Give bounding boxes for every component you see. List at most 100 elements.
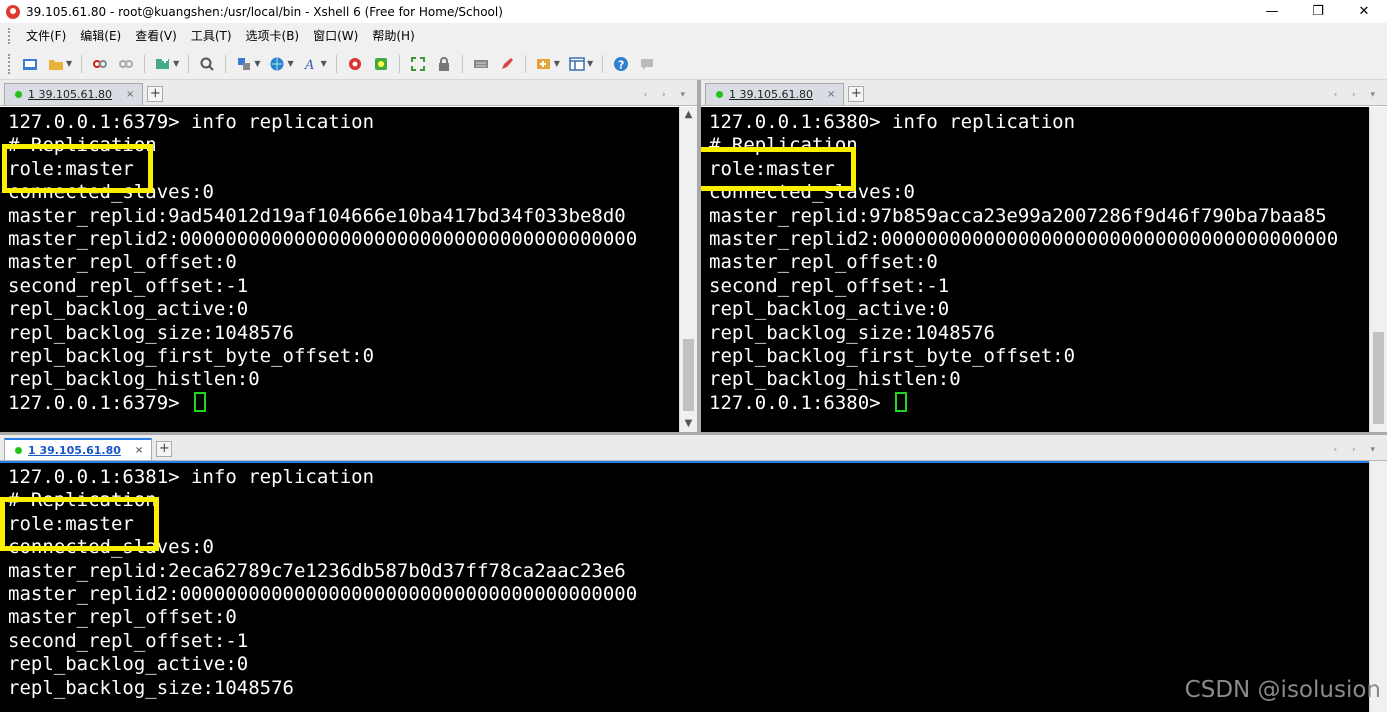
- tab-close-icon[interactable]: ×: [135, 445, 143, 456]
- new-tab-icon[interactable]: [154, 55, 172, 73]
- terminal-pane-6381[interactable]: 127.0.0.1:6381> info replication # Repli…: [0, 461, 1369, 712]
- open-folder-dropdown-icon[interactable]: ▼: [66, 59, 72, 68]
- terminal-line: master_replid2:0000000000000000000000000…: [709, 227, 1339, 250]
- connect-icon[interactable]: [91, 55, 109, 73]
- terminal-line: repl_backlog_first_byte_offset:0: [709, 344, 1076, 367]
- connected-status-icon: [15, 446, 22, 454]
- window-title: 39.105.61.80 - root@kuangshen:/usr/local…: [26, 4, 503, 19]
- terminal-line: connected_slaves:0: [8, 536, 214, 559]
- globe-dropdown-icon[interactable]: ▼: [287, 59, 293, 68]
- menu-window[interactable]: 窗口(W): [306, 27, 365, 44]
- session-tab-active[interactable]: 1 39.105.61.80 ×: [4, 438, 153, 460]
- compose-icon[interactable]: [535, 55, 553, 73]
- layout-icon[interactable]: [568, 55, 586, 73]
- tab-close-icon[interactable]: ×: [126, 89, 134, 100]
- role-highlight-box: [0, 497, 159, 551]
- xshell-logo-icon: [6, 4, 20, 19]
- menu-bar: 文件(F) 编辑(E) 查看(V) 工具(T) 选项卡(B) 窗口(W) 帮助(…: [0, 23, 1387, 48]
- menu-view[interactable]: 查看(V): [128, 27, 184, 44]
- terminal-line: 127.0.0.1:6379> info replication: [8, 111, 375, 133]
- tab-number: 1: [28, 88, 35, 101]
- toolbar-separator: [81, 54, 83, 73]
- menu-tools[interactable]: 工具(T): [184, 27, 239, 44]
- toolbar-separator: [602, 54, 604, 73]
- add-tab-button[interactable]: +: [147, 86, 164, 102]
- disconnect-icon[interactable]: [117, 55, 135, 73]
- maximize-button[interactable]: ❐: [1295, 0, 1341, 23]
- globe-icon[interactable]: [268, 55, 286, 73]
- menu-file[interactable]: 文件(F): [19, 27, 73, 44]
- toolbar-separator: [144, 54, 146, 73]
- scroll-up-icon[interactable]: ▲: [680, 107, 697, 123]
- terminal-prompt-line: 127.0.0.1:6379>: [0, 391, 679, 415]
- menu-edit[interactable]: 编辑(E): [73, 27, 128, 44]
- tab-host: 39.105.61.80: [39, 443, 121, 457]
- tab-strip-bottom: 1 39.105.61.80 × + ‹ › ▾: [0, 435, 1387, 461]
- search-icon[interactable]: [198, 55, 216, 73]
- font-icon[interactable]: A: [302, 55, 320, 73]
- tab-navigation[interactable]: ‹ › ▾: [644, 90, 691, 100]
- terminal-line: # Replication: [8, 489, 157, 512]
- terminal-line: master_repl_offset:0: [8, 606, 237, 629]
- toolbar-separator: [524, 54, 526, 73]
- menu-help[interactable]: 帮助(H): [365, 27, 421, 44]
- xshell-icon[interactable]: [346, 55, 364, 73]
- toolbar-grip: [8, 53, 11, 74]
- terminal-line: second_repl_offset:-1: [709, 274, 950, 297]
- tab-host: 39.105.61.80: [739, 88, 813, 101]
- terminal-line: repl_backlog_first_byte_offset:0: [8, 344, 375, 367]
- fullscreen-icon[interactable]: [409, 55, 427, 73]
- terminal-cursor: [895, 391, 908, 412]
- open-folder-icon[interactable]: [47, 55, 65, 73]
- terminal-scrollbar[interactable]: [1369, 107, 1387, 432]
- layout-dropdown-icon[interactable]: ▼: [587, 59, 593, 68]
- svg-text:A: A: [304, 58, 314, 72]
- tab-close-icon[interactable]: ×: [827, 89, 835, 100]
- lock-icon[interactable]: [435, 55, 453, 73]
- xftp-icon[interactable]: [372, 55, 390, 73]
- session-tab[interactable]: 1 39.105.61.80 ×: [4, 83, 144, 105]
- tab-navigation[interactable]: ‹ › ▾: [1334, 90, 1381, 100]
- terminal-pane-6379[interactable]: 127.0.0.1:6379> info replication # Repli…: [0, 107, 679, 432]
- help-icon[interactable]: ?: [612, 55, 630, 73]
- close-button[interactable]: ✕: [1341, 0, 1387, 23]
- terminal-pane-6380[interactable]: 127.0.0.1:6380> info replication # Repli…: [701, 107, 1369, 432]
- terminal-line: repl_backlog_active:0: [709, 298, 950, 321]
- new-tab-dropdown-icon[interactable]: ▼: [173, 59, 179, 68]
- minimize-button[interactable]: —: [1249, 0, 1295, 23]
- add-tab-button[interactable]: +: [156, 441, 173, 457]
- session-tab[interactable]: 1 39.105.61.80 ×: [705, 83, 845, 105]
- properties-dropdown-icon[interactable]: ▼: [254, 59, 260, 68]
- terminal-scrollbar[interactable]: [1369, 461, 1387, 712]
- terminal-line: repl_backlog_histlen:0: [709, 368, 961, 391]
- scroll-thumb[interactable]: [683, 339, 694, 411]
- tab-number: 1: [28, 443, 36, 457]
- terminal-scrollbar[interactable]: ▲ ▼: [679, 107, 697, 432]
- watermark: CSDN @isolusion: [1184, 677, 1381, 703]
- terminal-line: repl_backlog_histlen:0: [8, 368, 260, 391]
- font-dropdown-icon[interactable]: ▼: [321, 59, 327, 68]
- terminal-line: master_repl_offset:0: [709, 251, 938, 274]
- svg-text:?: ?: [618, 58, 624, 71]
- terminal-line: repl_backlog_active:0: [8, 653, 249, 676]
- terminal-line: master_replid:2eca62789c7e1236db587b0d37…: [8, 559, 626, 582]
- terminal-line: master_replid2:0000000000000000000000000…: [8, 227, 638, 250]
- role-highlight-box: [2, 144, 153, 193]
- title-bar: 39.105.61.80 - root@kuangshen:/usr/local…: [0, 0, 1387, 23]
- terminal-line: 127.0.0.1:6380> info replication: [709, 111, 1076, 133]
- properties-icon[interactable]: [235, 55, 253, 73]
- terminal-line: repl_backlog_size:1048576: [709, 321, 995, 344]
- compose-dropdown-icon[interactable]: ▼: [554, 59, 560, 68]
- pen-icon[interactable]: [498, 55, 516, 73]
- chat-icon[interactable]: [638, 55, 656, 73]
- scroll-down-icon[interactable]: ▼: [680, 416, 697, 432]
- role-highlight-box: [701, 147, 856, 191]
- menu-tabs[interactable]: 选项卡(B): [239, 27, 307, 44]
- terminal-cursor: [194, 391, 207, 412]
- tab-navigation[interactable]: ‹ › ▾: [1334, 445, 1381, 455]
- keyboard-icon[interactable]: [472, 55, 490, 73]
- add-tab-button[interactable]: +: [848, 86, 865, 102]
- scroll-thumb[interactable]: [1373, 332, 1384, 424]
- new-session-icon[interactable]: [21, 55, 39, 73]
- terminal-line: master_repl_offset:0: [8, 251, 237, 274]
